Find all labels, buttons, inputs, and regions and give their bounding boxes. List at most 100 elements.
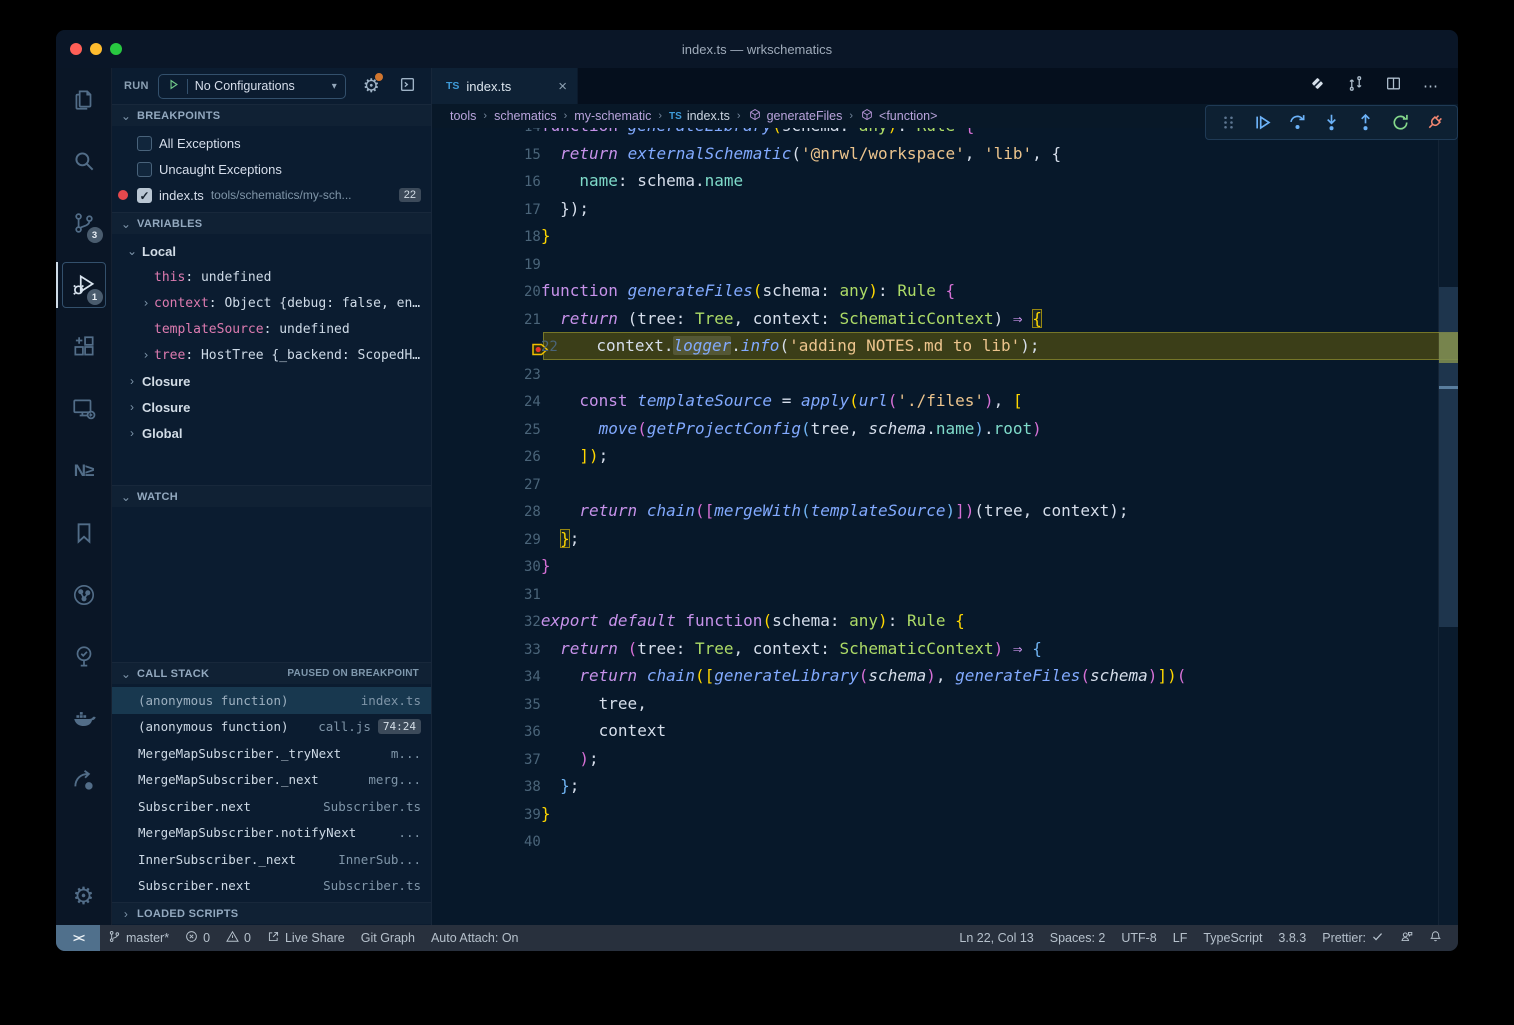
git-branch-status[interactable]: master* xyxy=(100,925,177,951)
code-line[interactable]: 18} xyxy=(432,222,1458,250)
docker-icon[interactable] xyxy=(56,688,112,750)
breadcrumb-item[interactable]: TSindex.ts xyxy=(669,109,730,123)
launch-configuration-dropdown[interactable]: No Configurations ▾ xyxy=(158,74,346,99)
code-editor[interactable]: 14function generateLibrary(schema: any):… xyxy=(432,128,1458,925)
step-over-button[interactable] xyxy=(1283,108,1312,138)
git-history-icon[interactable] xyxy=(56,564,112,626)
more-actions-icon[interactable]: ⋯ xyxy=(1423,77,1440,95)
restart-button[interactable] xyxy=(1385,108,1414,138)
call-stack-header[interactable]: ⌄ CALL STACK PAUSED ON BREAKPOINT xyxy=(112,663,431,684)
close-tab-icon[interactable]: × xyxy=(558,78,567,95)
call-stack-frame[interactable]: MergeMapSubscriber._nextmerg... xyxy=(112,767,431,794)
code-line[interactable]: 34 return chain([generateLibrary(schema)… xyxy=(432,662,1458,690)
code-line[interactable]: 23 xyxy=(432,360,1458,388)
variable-item[interactable]: ›context: Object {debug: false, en… xyxy=(112,290,431,316)
call-stack-frame[interactable]: Subscriber.nextSubscriber.ts xyxy=(112,793,431,820)
source-control-icon[interactable]: 3 xyxy=(56,192,112,254)
code-line[interactable]: 37 ); xyxy=(432,745,1458,773)
compare-changes-icon[interactable] xyxy=(1347,75,1364,97)
error-count[interactable]: 0 xyxy=(177,925,218,951)
call-stack-frame[interactable]: MergeMapSubscriber._tryNextm... xyxy=(112,740,431,767)
open-changes-icon[interactable] xyxy=(1309,75,1326,97)
breakpoint-checkbox[interactable] xyxy=(137,136,152,151)
explorer-icon[interactable] xyxy=(56,68,112,130)
warning-count[interactable]: 0 xyxy=(218,925,259,951)
eol[interactable]: LF xyxy=(1165,925,1196,951)
run-and-debug-icon[interactable]: 1 xyxy=(56,254,112,316)
start-debug-icon[interactable] xyxy=(167,78,180,94)
disconnect-button[interactable] xyxy=(1420,108,1449,138)
remote-indicator[interactable]: >< xyxy=(56,925,100,951)
extensions-icon[interactable] xyxy=(56,316,112,378)
git-graph-status[interactable]: Git Graph xyxy=(353,925,423,951)
breadcrumb-item[interactable]: my-schematic xyxy=(574,109,651,123)
ts-version[interactable]: 3.8.3 xyxy=(1270,925,1314,951)
cursor-position[interactable]: Ln 22, Col 13 xyxy=(951,925,1041,951)
configure-gear-icon[interactable]: ⚙ xyxy=(363,75,380,98)
live-share-status[interactable]: Live Share xyxy=(259,925,353,951)
split-editor-icon[interactable] xyxy=(1385,75,1402,97)
code-line[interactable]: 20function generateFiles(schema: any): R… xyxy=(432,277,1458,305)
call-stack-frame[interactable]: MergeMapSubscriber.notifyNext... xyxy=(112,820,431,847)
code-line[interactable]: 36 context xyxy=(432,717,1458,745)
code-line[interactable]: 33 return (tree: Tree, context: Schemati… xyxy=(432,635,1458,663)
auto-attach-status[interactable]: Auto Attach: On xyxy=(423,925,527,951)
variable-item[interactable]: ›tree: HostTree {_backend: ScopedH… xyxy=(112,342,431,368)
code-line[interactable]: 29 }; xyxy=(432,525,1458,553)
tab-index-ts[interactable]: TS index.ts × xyxy=(432,68,578,104)
step-into-button[interactable] xyxy=(1317,108,1346,138)
test-explorer-icon[interactable] xyxy=(56,626,112,688)
breadcrumb-item[interactable]: <function> xyxy=(860,108,937,125)
live-share-icon[interactable] xyxy=(56,750,112,812)
encoding[interactable]: UTF-8 xyxy=(1113,925,1164,951)
code-line[interactable]: 30} xyxy=(432,552,1458,580)
call-stack-frame[interactable]: Subscriber.nextSubscriber.ts xyxy=(112,873,431,900)
search-icon[interactable] xyxy=(56,130,112,192)
code-line[interactable]: 26 ]); xyxy=(432,442,1458,470)
code-line[interactable]: 19 xyxy=(432,250,1458,278)
variable-scope[interactable]: ›Closure xyxy=(112,394,431,420)
debug-console-icon[interactable] xyxy=(399,76,416,96)
editor-scrollbar[interactable] xyxy=(1438,128,1458,925)
breadcrumb-item[interactable]: generateFiles xyxy=(748,108,843,125)
variable-scope[interactable]: ›Closure xyxy=(112,368,431,394)
breakpoint-checkbox[interactable] xyxy=(137,188,152,203)
step-out-button[interactable] xyxy=(1351,108,1380,138)
notifications[interactable] xyxy=(1421,925,1450,951)
code-line[interactable]: 16 name: schema.name xyxy=(432,167,1458,195)
breakpoint-item[interactable]: index.tstools/schematics/my-sch...22 xyxy=(112,182,431,208)
indentation[interactable]: Spaces: 2 xyxy=(1042,925,1114,951)
code-line[interactable]: 32export default function(schema: any): … xyxy=(432,607,1458,635)
code-line[interactable]: 31 xyxy=(432,580,1458,608)
variable-scope[interactable]: ⌄Local xyxy=(112,238,431,264)
code-line[interactable]: 17 }); xyxy=(432,195,1458,223)
code-line[interactable]: 28 return chain([mergeWith(templateSourc… xyxy=(432,497,1458,525)
drag-handle-icon[interactable] xyxy=(1214,108,1243,138)
code-line[interactable]: 22 context.logger.info('adding NOTES.md … xyxy=(432,332,1458,360)
code-line[interactable]: 35 tree, xyxy=(432,690,1458,718)
feedback[interactable] xyxy=(1392,925,1421,951)
code-line[interactable]: 27 xyxy=(432,470,1458,498)
breakpoint-item[interactable]: Uncaught Exceptions xyxy=(112,156,431,182)
code-line[interactable]: 25 move(getProjectConfig(tree, schema.na… xyxy=(432,415,1458,443)
call-stack-frame[interactable]: (anonymous function)call.js74:24 xyxy=(112,714,431,741)
variable-scope[interactable]: ›Global xyxy=(112,420,431,446)
settings-gear-icon[interactable]: ⚙ xyxy=(56,869,112,925)
breadcrumb-item[interactable]: tools xyxy=(450,109,476,123)
code-line[interactable]: 39} xyxy=(432,800,1458,828)
code-line[interactable]: 40 xyxy=(432,827,1458,855)
bookmarks-icon[interactable] xyxy=(56,502,112,564)
breakpoint-item[interactable]: All Exceptions xyxy=(112,130,431,156)
watch-header[interactable]: ⌄ WATCH xyxy=(112,486,431,507)
breakpoints-header[interactable]: ⌄ BREAKPOINTS xyxy=(112,105,431,126)
call-stack-frame[interactable]: (anonymous function)index.ts xyxy=(112,687,431,714)
continue-button[interactable] xyxy=(1248,108,1277,138)
breadcrumb-item[interactable]: schematics xyxy=(494,109,557,123)
nx-console-icon[interactable]: N≥ xyxy=(56,440,112,502)
code-line[interactable]: 15 return externalSchematic('@nrwl/works… xyxy=(432,140,1458,168)
call-stack-frame[interactable]: InnerSubscriber._nextInnerSub... xyxy=(112,846,431,873)
variable-item[interactable]: templateSource: undefined xyxy=(112,316,431,342)
variables-header[interactable]: ⌄ VARIABLES xyxy=(112,213,431,234)
language-mode[interactable]: TypeScript xyxy=(1195,925,1270,951)
code-line[interactable]: 24 const templateSource = apply(url('./f… xyxy=(432,387,1458,415)
